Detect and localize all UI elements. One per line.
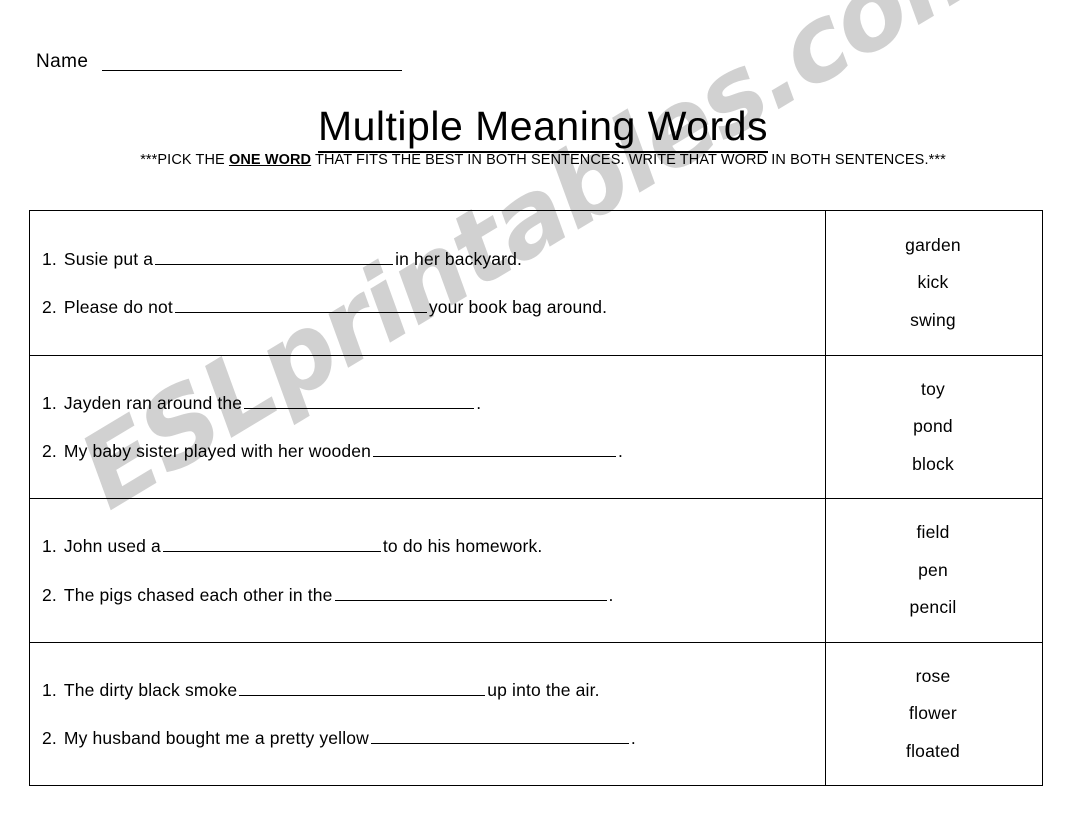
sentence-number: 2. [42, 441, 57, 462]
sentence-cell: 1. Jayden ran around the . 2. My baby si… [30, 356, 825, 499]
sentence-text-after: . [630, 728, 636, 749]
answer-blank[interactable] [370, 728, 629, 745]
word-bank-cell: field pen pencil [825, 499, 1040, 642]
word-bank-option[interactable]: block [912, 455, 954, 474]
instructions: ***PICK THE ONE WORD THAT FITS THE BEST … [0, 152, 1086, 168]
answer-blank[interactable] [373, 441, 616, 458]
sentence-line: 1. John used a to do his homework. [42, 536, 815, 556]
sentence-text-before: The pigs chased each other in the [63, 584, 333, 605]
table-row: 1. John used a to do his homework. 2. Th… [30, 498, 1042, 642]
answer-blank[interactable] [162, 536, 381, 553]
sentence-number: 1. [42, 536, 57, 557]
word-bank-option[interactable]: pen [918, 561, 948, 580]
sentence-cell: 1. Susie put a in her backyard. 2. Pleas… [30, 211, 825, 355]
sentence-text-after: up into the air. [487, 679, 600, 700]
page-title-text: Multiple Meaning Words [317, 103, 769, 153]
table-row: 1. The dirty black smoke up into the air… [30, 641, 1042, 786]
answer-blank[interactable] [239, 680, 486, 696]
sentence-text-before: The dirty black smoke [63, 679, 238, 700]
sentence-cell: 1. John used a to do his homework. 2. Th… [30, 499, 825, 642]
word-bank-cell: garden kick swing [825, 211, 1040, 355]
sentence-text-after: to do his homework. [382, 536, 543, 557]
word-bank-option[interactable]: toy [921, 380, 945, 399]
sentence-line: 1. The dirty black smoke up into the air… [42, 680, 815, 700]
sentence-number: 2. [42, 728, 57, 749]
sentence-line: 1. Susie put a in her backyard. [42, 249, 815, 269]
word-bank-option[interactable]: flower [909, 704, 957, 723]
sentence-text-after: your book bag around. [428, 297, 608, 318]
word-bank-option[interactable]: floated [906, 742, 960, 761]
instructions-after: THAT FITS THE BEST IN BOTH SENTENCES. WR… [311, 152, 946, 168]
sentence-line: 2. The pigs chased each other in the . [42, 585, 815, 605]
sentence-cell: 1. The dirty black smoke up into the air… [30, 643, 825, 786]
sentence-text-before: My baby sister played with her wooden [63, 441, 371, 462]
sentence-text-before: Please do not [63, 297, 173, 318]
sentence-line: 2. My husband bought me a pretty yellow … [42, 728, 815, 748]
sentence-line: 2. My baby sister played with her wooden… [42, 441, 815, 461]
word-bank-option[interactable]: field [916, 523, 949, 542]
answer-blank[interactable] [244, 393, 475, 409]
sentence-text-before: Susie put a [63, 248, 154, 269]
sentence-number: 1. [42, 679, 57, 700]
answer-blank[interactable] [155, 249, 394, 265]
worksheet-page: ESLprintables.com Name Multiple Meaning … [0, 0, 1086, 838]
sentence-number: 2. [42, 584, 57, 605]
sentence-text-after: . [618, 441, 624, 462]
sentence-text-before: John used a [63, 536, 161, 557]
answer-blank[interactable] [334, 585, 607, 601]
instructions-before: ***PICK THE [140, 152, 229, 168]
word-bank-cell: rose flower floated [825, 642, 1040, 785]
table-row: 1. Jayden ran around the . 2. My baby si… [30, 354, 1042, 499]
worksheet-table: 1. Susie put a in her backyard. 2. Pleas… [29, 210, 1043, 786]
word-bank-option[interactable]: kick [918, 273, 949, 292]
name-input-blank[interactable] [102, 53, 403, 71]
sentence-text-before: My husband bought me a pretty yellow [63, 728, 369, 749]
sentence-line: 2. Please do not your book bag around. [42, 297, 815, 317]
answer-blank[interactable] [174, 297, 427, 314]
sentence-text-after: . [476, 392, 482, 413]
word-bank-option[interactable]: pond [913, 417, 953, 436]
page-title: Multiple Meaning Words [0, 103, 1086, 153]
sentence-text-after: in her backyard. [395, 248, 523, 269]
sentence-text-before: Jayden ran around the [63, 392, 243, 413]
sentence-number: 1. [42, 248, 57, 269]
word-bank-option[interactable]: swing [910, 311, 956, 330]
word-bank-option[interactable]: rose [916, 667, 951, 686]
sentence-number: 2. [42, 297, 57, 318]
sentence-number: 1. [42, 392, 57, 413]
sentence-text-after: . [608, 584, 614, 605]
word-bank-option[interactable]: pencil [910, 598, 957, 617]
name-field-row: Name [36, 51, 403, 72]
table-row: 1. Susie put a in her backyard. 2. Pleas… [30, 211, 1042, 355]
sentence-line: 1. Jayden ran around the . [42, 393, 815, 413]
word-bank-cell: toy pond block [825, 355, 1040, 498]
word-bank-option[interactable]: garden [905, 236, 961, 255]
name-label: Name [36, 51, 89, 72]
instructions-emphasis: ONE WORD [228, 152, 312, 168]
